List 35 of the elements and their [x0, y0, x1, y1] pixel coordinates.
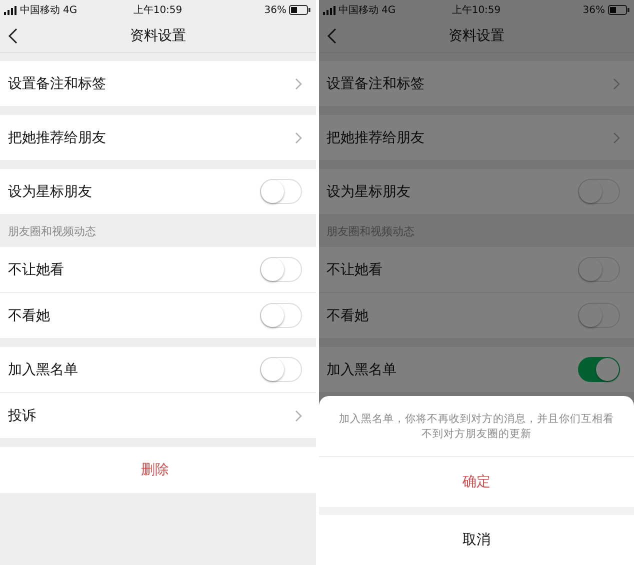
chevron-icon [613, 78, 620, 90]
battery-icon [608, 5, 630, 15]
row-label: 设置备注和标签 [8, 74, 106, 92]
row-label: 加入黑名单 [326, 360, 396, 378]
carrier-name: 中国移动 [20, 4, 60, 17]
row-label: 设为星标朋友 [8, 182, 92, 200]
back-icon[interactable] [8, 28, 18, 44]
chevron-icon [294, 410, 302, 422]
page-title: 资料设置 [130, 27, 186, 45]
row-label: 不让她看 [326, 260, 382, 278]
clock-time: 上午10:59 [133, 4, 182, 17]
battery-percent: 36% [264, 4, 286, 16]
battery-percent: 36% [582, 4, 605, 16]
network-type: 4G [382, 4, 396, 16]
row-label: 不看她 [326, 306, 368, 324]
row-label: 设为星标朋友 [326, 182, 410, 200]
row-label: 投诉 [8, 406, 36, 424]
toggle-switch[interactable] [578, 357, 620, 382]
row-label: 把她推荐给朋友 [326, 128, 424, 146]
row-label: 加入黑名单 [8, 360, 78, 378]
chevron-icon [613, 132, 620, 144]
carrier-name: 中国移动 [338, 4, 378, 17]
chevron-icon [294, 132, 302, 144]
page-title: 资料设置 [448, 27, 504, 45]
row-label: 不看她 [8, 306, 50, 324]
clock-time: 上午10:59 [452, 4, 501, 17]
section-header: 朋友圈和视频动态 [7, 224, 97, 240]
battery-icon [289, 5, 312, 15]
signal-icon [322, 6, 336, 14]
network-type: 4G [63, 4, 78, 16]
row-label: 把她推荐给朋友 [8, 128, 106, 146]
row-label: 不让她看 [8, 260, 64, 278]
row-label: 设置备注和标签 [326, 74, 424, 92]
chevron-icon [294, 78, 302, 90]
signal-icon [4, 6, 17, 14]
